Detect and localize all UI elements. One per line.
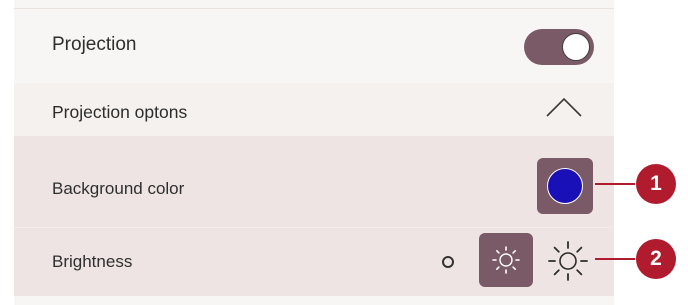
settings-panel: Projection Projection optons Background … — [14, 0, 614, 305]
chevron-up-icon[interactable] — [545, 96, 583, 118]
brightness-low-icon[interactable] — [442, 256, 454, 268]
callout-line-1 — [595, 183, 635, 185]
callout-badge-1: 1 — [636, 164, 676, 204]
callout-badge-2: 2 — [636, 239, 676, 279]
background-color-label: Background color — [52, 179, 185, 198]
brightness-label: Brightness — [52, 252, 133, 271]
toggle-knob — [562, 33, 590, 61]
divider — [14, 227, 614, 228]
projection-options-label: Projection optons — [52, 102, 188, 122]
projection-row: Projection — [14, 9, 614, 83]
sun-icon — [492, 246, 520, 274]
background-color-button[interactable] — [537, 158, 593, 214]
projection-options-content: Background color Brightness — [14, 136, 614, 296]
projection-toggle[interactable] — [524, 29, 594, 65]
callout-line-2 — [595, 258, 635, 260]
color-swatch — [547, 168, 583, 204]
brightness-high-icon[interactable] — [547, 240, 589, 282]
projection-label: Projection — [52, 34, 137, 55]
brightness-medium-button[interactable] — [479, 233, 533, 287]
projection-options-header[interactable]: Projection optons — [14, 83, 614, 136]
